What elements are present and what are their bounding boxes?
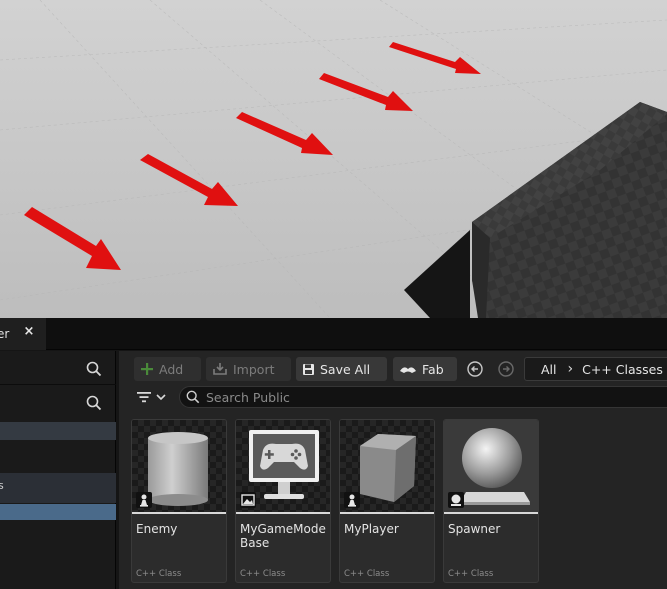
save-icon — [303, 363, 314, 375]
import-icon — [213, 363, 227, 375]
breadcrumb-item-current[interactable]: C++ Classes — [582, 362, 663, 377]
search-box — [179, 386, 667, 408]
pawn-icon — [136, 492, 152, 508]
search-icon[interactable] — [86, 395, 102, 411]
import-button[interactable]: Import — [206, 357, 291, 381]
spawner-actor-icon — [448, 492, 464, 508]
save-all-button[interactable]: Save All — [296, 357, 387, 381]
import-button-label: Import — [233, 361, 275, 377]
filter-row — [119, 386, 667, 408]
tab-label: er — [0, 327, 10, 341]
pawn-icon — [344, 492, 360, 508]
asset-type: C++ Class — [240, 569, 286, 579]
asset-type: C++ Class — [448, 569, 494, 579]
add-button[interactable]: Add — [134, 357, 201, 381]
folder-tree-item[interactable] — [0, 422, 116, 440]
fab-button[interactable]: Fab — [393, 357, 457, 381]
plus-icon — [141, 363, 153, 375]
fab-icon — [400, 367, 416, 373]
content-toolbar: Add Import Save All Fab All › C++ Classe… — [119, 351, 667, 387]
tab-bar: er × — [0, 318, 667, 350]
folder-tree-item[interactable]: s — [0, 473, 116, 503]
asset-name: Spawner — [448, 522, 501, 536]
asset-tile-myplayer[interactable]: MyPlayer C++ Class — [339, 419, 435, 583]
fab-button-label: Fab — [422, 361, 444, 377]
asset-name: MyPlayer — [344, 522, 399, 536]
asset-tile-mygamemodebase[interactable]: MyGameModeBase C++ Class — [235, 419, 331, 583]
asset-tile-enemy[interactable]: Enemy C++ Class — [131, 419, 227, 583]
folder-tree-item-label: s — [0, 479, 4, 492]
asset-type: C++ Class — [344, 569, 390, 579]
forward-arrow-icon[interactable] — [497, 360, 515, 378]
chevron-right-icon[interactable]: › — [568, 361, 574, 377]
add-button-label: Add — [159, 361, 184, 377]
asset-type-strip — [444, 512, 538, 514]
content-browser-panel: Add Import Save All Fab All › C++ Classe… — [119, 351, 667, 589]
close-icon[interactable]: × — [22, 325, 36, 339]
image-icon — [240, 492, 256, 508]
panel-divider — [0, 384, 116, 385]
path-breadcrumb: All › C++ Classes — [524, 357, 667, 381]
search-input[interactable] — [206, 389, 506, 405]
breadcrumb-item-all[interactable]: All — [541, 362, 557, 377]
search-icon — [186, 390, 200, 404]
search-icon[interactable] — [86, 361, 102, 377]
asset-tile-spawner[interactable]: Spawner C++ Class — [443, 419, 539, 583]
level-viewport[interactable] — [0, 0, 667, 318]
asset-type: C++ Class — [136, 569, 182, 579]
tab-content-browser[interactable]: er × — [0, 318, 46, 350]
asset-type-strip — [236, 512, 330, 514]
folder-tree-item-selected[interactable] — [0, 504, 116, 520]
asset-type-strip — [132, 512, 226, 514]
save-all-button-label: Save All — [320, 361, 371, 377]
asset-name: Enemy — [136, 522, 178, 536]
filter-icon[interactable] — [135, 389, 171, 405]
asset-name: MyGameModeBase — [240, 522, 326, 550]
asset-type-strip — [340, 512, 434, 514]
back-arrow-icon[interactable] — [466, 360, 484, 378]
sources-panel: s — [0, 351, 116, 589]
